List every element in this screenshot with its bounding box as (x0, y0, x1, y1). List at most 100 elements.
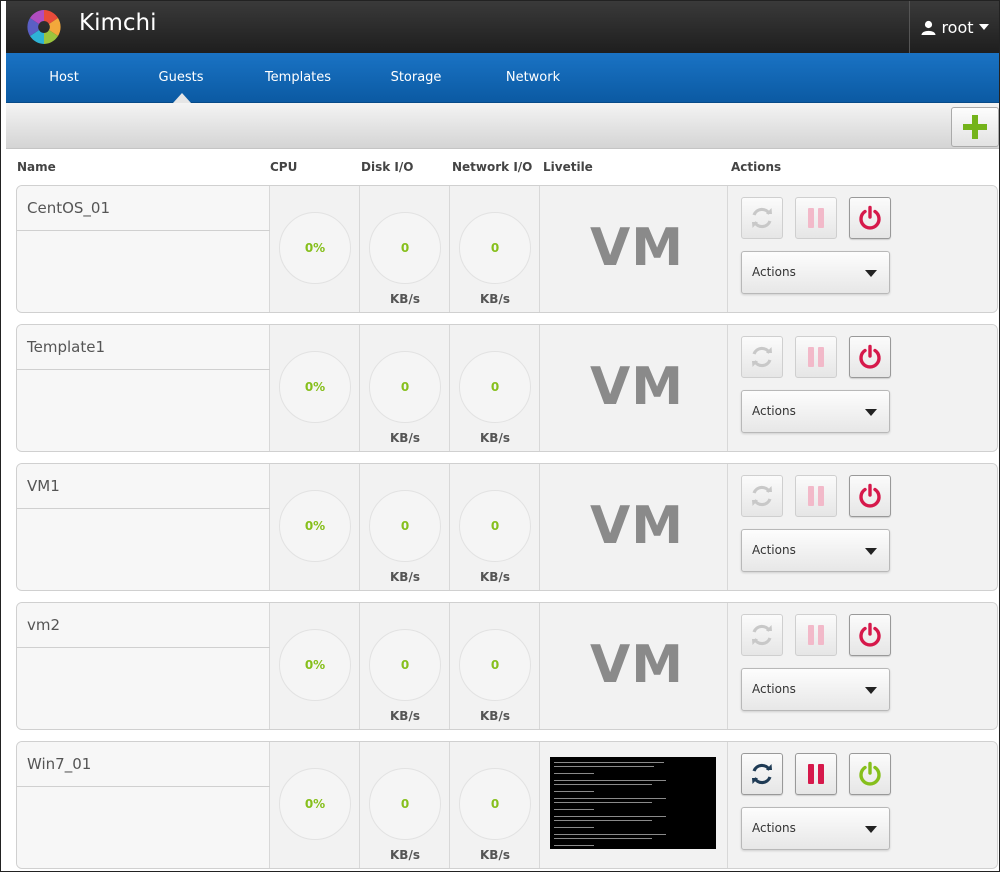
guest-name: vm2 (27, 616, 61, 634)
livetile-placeholder[interactable]: VM (590, 357, 684, 417)
console-line (554, 827, 594, 828)
actions-dropdown[interactable]: Actions (741, 668, 890, 711)
column-header-actions: Actions (731, 160, 782, 174)
console-line (554, 845, 594, 846)
livetile-cell: VM (540, 186, 728, 312)
column-header-livetile: Livetile (543, 160, 593, 174)
reset-button[interactable] (741, 753, 783, 795)
power-icon (859, 483, 881, 508)
kimchi-window: Kimchi root Host Guests Templates Storag… (0, 0, 1000, 872)
guest-row: vm2 0% 0 KB/s 0 KB/s VM Actions (16, 602, 998, 730)
divider (17, 230, 270, 231)
power-icon (859, 344, 881, 369)
chevron-down-icon (865, 548, 877, 555)
livetile-cell (540, 742, 728, 868)
network-io-unit: KB/s (480, 570, 510, 584)
actions-dropdown[interactable]: Actions (741, 529, 890, 572)
power-button[interactable] (849, 614, 891, 656)
power-button[interactable] (849, 336, 891, 378)
actions-dropdown-label: Actions (752, 543, 796, 557)
reset-button[interactable] (741, 197, 783, 239)
guest-name: VM1 (27, 477, 60, 495)
console-line (554, 816, 666, 817)
actions-dropdown[interactable]: Actions (741, 807, 890, 850)
pause-button[interactable] (795, 614, 837, 656)
power-icon (859, 205, 881, 230)
power-button[interactable] (849, 197, 891, 239)
refresh-icon (752, 763, 772, 785)
network-io-unit: KB/s (480, 848, 510, 862)
guest-name: Win7_01 (27, 755, 92, 773)
pause-button[interactable] (795, 753, 837, 795)
disk-io-unit: KB/s (390, 570, 420, 584)
livetile-placeholder[interactable]: VM (590, 496, 684, 556)
guests-toolbar (6, 103, 999, 149)
guest-row: VM1 0% 0 KB/s 0 KB/s VM Actions (16, 463, 998, 591)
power-icon (859, 761, 881, 786)
reset-button[interactable] (741, 336, 783, 378)
actions-cell: Actions (728, 742, 997, 868)
refresh-icon (752, 207, 772, 229)
network-io-unit: KB/s (480, 709, 510, 723)
refresh-icon (752, 485, 772, 507)
console-line (554, 784, 652, 785)
network-io-unit: KB/s (480, 292, 510, 306)
active-tab-indicator (173, 93, 191, 103)
disk-io-gauge: 0 (369, 490, 441, 562)
actions-dropdown[interactable]: Actions (741, 251, 890, 294)
disk-io-gauge: 0 (369, 351, 441, 423)
livetile-placeholder[interactable]: VM (590, 218, 684, 278)
tab-host[interactable]: Host (6, 53, 122, 103)
network-io-cell: 0 KB/s (450, 325, 540, 451)
pause-button[interactable] (795, 336, 837, 378)
reset-button[interactable] (741, 614, 783, 656)
pause-button[interactable] (795, 197, 837, 239)
disk-io-cell: 0 KB/s (360, 325, 450, 451)
cpu-cell: 0% (270, 186, 360, 312)
app-title: Kimchi (79, 10, 157, 36)
livetile-screenshot[interactable] (550, 757, 716, 849)
tab-templates[interactable]: Templates (240, 53, 356, 103)
console-line (554, 834, 666, 835)
power-button[interactable] (849, 475, 891, 517)
tab-storage[interactable]: Storage (356, 53, 476, 103)
disk-io-gauge: 0 (369, 629, 441, 701)
actions-dropdown-label: Actions (752, 682, 796, 696)
guest-name-cell: Template1 (17, 325, 270, 451)
cpu-cell: 0% (270, 603, 360, 729)
guest-row: Template1 0% 0 KB/s 0 KB/s VM Actions (16, 324, 998, 452)
disk-io-gauge: 0 (369, 768, 441, 840)
column-header-disk-io: Disk I/O (361, 160, 414, 174)
refresh-icon (752, 624, 772, 646)
pause-icon (808, 347, 824, 367)
reset-button[interactable] (741, 475, 783, 517)
guest-name-cell: CentOS_01 (17, 186, 270, 312)
top-bar: Kimchi root (6, 1, 999, 53)
add-guest-button[interactable] (951, 107, 999, 147)
livetile-cell: VM (540, 464, 728, 590)
cpu-cell: 0% (270, 464, 360, 590)
disk-io-gauge: 0 (369, 212, 441, 284)
console-line (554, 791, 594, 792)
livetile-placeholder[interactable]: VM (590, 635, 684, 695)
actions-cell: Actions (728, 325, 997, 451)
plus-icon (963, 115, 987, 139)
actions-dropdown[interactable]: Actions (741, 390, 890, 433)
network-io-cell: 0 KB/s (450, 186, 540, 312)
network-io-gauge: 0 (459, 490, 531, 562)
disk-io-unit: KB/s (390, 431, 420, 445)
pause-button[interactable] (795, 475, 837, 517)
guest-name-cell: VM1 (17, 464, 270, 590)
actions-cell: Actions (728, 186, 997, 312)
cpu-gauge: 0% (279, 351, 351, 423)
tab-network[interactable]: Network (476, 53, 590, 103)
network-io-unit: KB/s (480, 431, 510, 445)
pause-icon (808, 764, 824, 784)
cpu-gauge: 0% (279, 490, 351, 562)
chevron-down-icon (865, 270, 877, 277)
network-io-gauge: 0 (459, 212, 531, 284)
guest-name-cell: vm2 (17, 603, 270, 729)
user-menu[interactable]: root (909, 1, 999, 53)
network-io-cell: 0 KB/s (450, 742, 540, 868)
power-button[interactable] (849, 753, 891, 795)
